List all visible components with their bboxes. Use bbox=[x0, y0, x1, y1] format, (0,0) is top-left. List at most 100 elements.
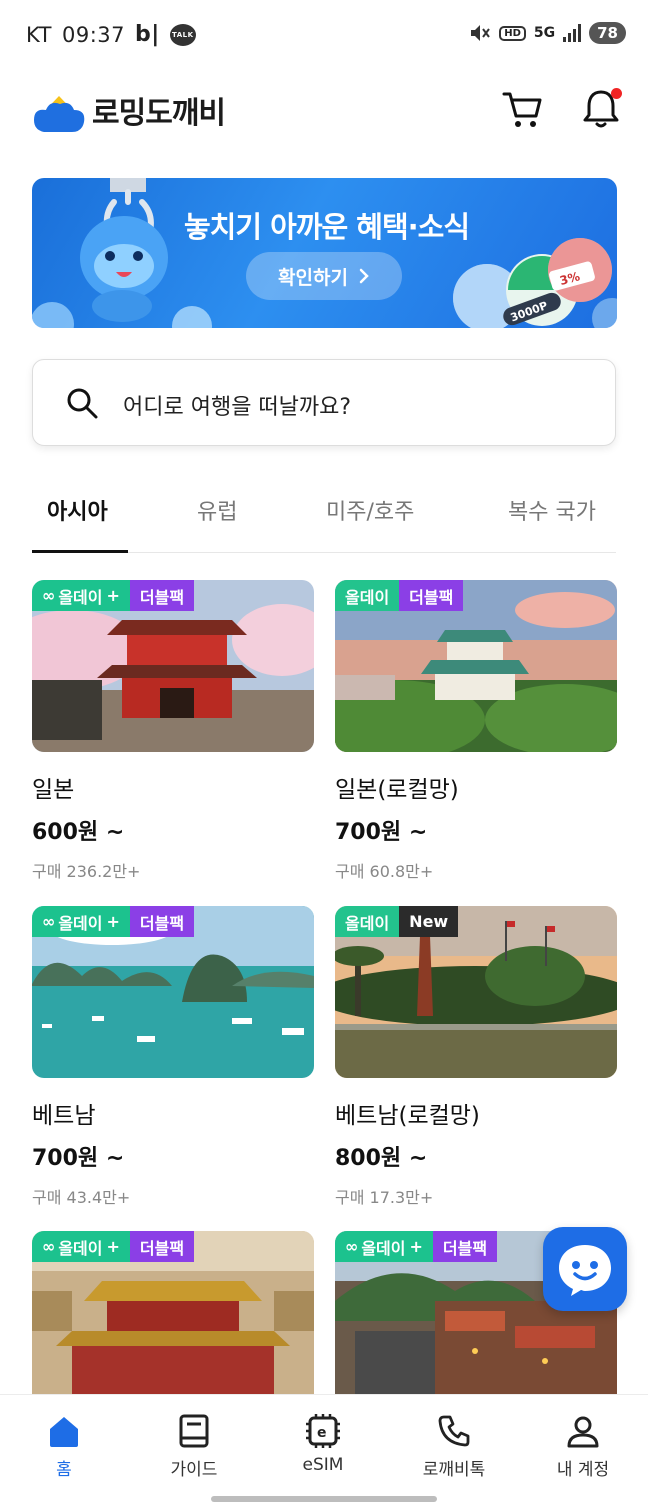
phone-icon bbox=[438, 1415, 470, 1447]
logo[interactable]: 로밍도깨비 bbox=[32, 88, 226, 132]
esim-chip-icon: e bbox=[306, 1414, 340, 1448]
tab-europe[interactable]: 유럽 bbox=[197, 494, 237, 526]
product-card-japan-local[interactable]: 올데이 더블팩 일본(로컬망) 700원 ~ 구매 60.8만+ bbox=[335, 580, 617, 882]
nav-guide[interactable]: 가이드 bbox=[144, 1413, 244, 1480]
new-badge: New bbox=[399, 906, 459, 937]
card-image-china: ∞ 올데이 + 더블팩 bbox=[32, 1231, 314, 1394]
destination-search[interactable]: 어디로 여행을 떠날까요? bbox=[32, 359, 616, 446]
card-image-vietnam-local: 올데이 New bbox=[335, 906, 617, 1078]
cart-icon bbox=[502, 92, 542, 127]
tab-asia[interactable]: 아시아 bbox=[47, 494, 108, 526]
allday-badge-label: 올데이 bbox=[58, 1238, 103, 1258]
card-badges: ∞ 올데이 + 더블팩 bbox=[32, 580, 195, 611]
status-left: KT 09:37 b| TALK bbox=[26, 22, 196, 47]
allday-badge: 올데이 bbox=[335, 580, 400, 611]
chatbot-button[interactable] bbox=[543, 1227, 627, 1311]
allday-plus-badge: ∞ 올데이 + bbox=[32, 1231, 130, 1262]
notification-button[interactable] bbox=[578, 86, 624, 132]
region-tabs: 아시아 유럽 미주/호주 복수 국가 bbox=[0, 480, 648, 556]
banner-confirm-label: 확인하기 bbox=[278, 266, 348, 289]
infinity-icon: ∞ bbox=[42, 912, 56, 931]
kakaotalk-icon-label: TALK bbox=[172, 30, 194, 39]
product-card-japan[interactable]: ∞ 올데이 + 더블팩 일본 600원 ~ 구매 236.2만+ bbox=[32, 580, 314, 882]
card-country-name: 베트남 bbox=[32, 1103, 96, 1129]
home-indicator[interactable] bbox=[211, 1496, 437, 1502]
allday-plus-badge: ∞ 올데이 + bbox=[32, 906, 130, 937]
card-image-japan-local: 올데이 더블팩 bbox=[335, 580, 617, 752]
card-image-japan: ∞ 올데이 + 더블팩 bbox=[32, 580, 314, 752]
signal-icon bbox=[563, 24, 582, 42]
nav-account-label: 내 계정 bbox=[556, 1460, 610, 1480]
infinity-icon: ∞ bbox=[345, 1237, 359, 1256]
plus-icon: + bbox=[106, 1237, 120, 1256]
card-sales-count: 구매 43.4만+ bbox=[32, 1188, 131, 1207]
hd-icon: HD bbox=[499, 25, 526, 41]
card-badges: ∞ 올데이 + 더블팩 bbox=[335, 1231, 498, 1262]
home-icon bbox=[50, 1417, 78, 1447]
allday-plus-badge: ∞ 올데이 + bbox=[32, 580, 130, 611]
infinity-icon: ∞ bbox=[42, 586, 56, 605]
status-right: HD 5G 78 bbox=[469, 22, 626, 44]
nav-chat[interactable]: 로깨비톡 bbox=[404, 1413, 504, 1480]
bottom-navigation: 홈 가이드 e eSIM 로깨비톡 내 계정 bbox=[0, 1394, 648, 1512]
card-price: 600원 ~ bbox=[32, 820, 125, 845]
nav-esim[interactable]: e eSIM bbox=[273, 1413, 373, 1475]
card-price: 800원 ~ bbox=[335, 1146, 428, 1171]
guide-book-icon bbox=[179, 1414, 209, 1448]
plus-icon: + bbox=[106, 586, 120, 605]
card-badges: 올데이 New bbox=[335, 906, 459, 937]
status-bar: KT 09:37 b| TALK HD 5G 78 bbox=[0, 0, 648, 72]
allday-plus-badge: ∞ 올데이 + bbox=[335, 1231, 433, 1262]
card-sales-count: 구매 17.3만+ bbox=[335, 1188, 434, 1207]
search-placeholder: 어디로 여행을 떠날까요? bbox=[123, 395, 352, 420]
banner-title: 놓치기 아까운 혜택·소식 bbox=[184, 210, 470, 244]
battery-icon: 78 bbox=[589, 22, 626, 44]
card-image-vietnam: ∞ 올데이 + 더블팩 bbox=[32, 906, 314, 1078]
product-card-china[interactable]: ∞ 올데이 + 더블팩 bbox=[32, 1231, 314, 1394]
card-badges: ∞ 올데이 + 더블팩 bbox=[32, 906, 195, 937]
plus-icon: + bbox=[409, 1237, 423, 1256]
svg-text:e: e bbox=[317, 1425, 327, 1441]
allday-badge-label: 올데이 bbox=[58, 913, 103, 933]
nav-account[interactable]: 내 계정 bbox=[533, 1413, 633, 1480]
logo-text: 로밍도깨비 bbox=[92, 96, 226, 131]
product-card-vietnam[interactable]: ∞ 올데이 + 더블팩 베트남 700원 ~ 구매 43.4만+ bbox=[32, 906, 314, 1208]
app-header: 로밍도깨비 bbox=[0, 72, 648, 156]
card-sales-count: 구매 236.2만+ bbox=[32, 862, 141, 881]
nav-home-label: 홈 bbox=[56, 1460, 72, 1480]
card-price: 700원 ~ bbox=[335, 820, 428, 845]
nav-guide-label: 가이드 bbox=[170, 1460, 218, 1480]
infinity-icon: ∞ bbox=[42, 1237, 56, 1256]
cart-button[interactable] bbox=[500, 88, 544, 132]
tab-multi-country[interactable]: 복수 국가 bbox=[508, 494, 596, 526]
plus-icon: + bbox=[106, 912, 120, 931]
card-price: 700원 ~ bbox=[32, 1146, 125, 1171]
user-icon bbox=[567, 1416, 599, 1448]
promo-banner[interactable]: 3% 3000P 놓치기 아까운 혜택·소식 확인하기 bbox=[32, 178, 617, 328]
nav-chat-label: 로깨비톡 bbox=[422, 1460, 486, 1480]
active-tab-indicator bbox=[32, 550, 128, 553]
carrier-label: KT bbox=[26, 22, 52, 47]
mute-icon bbox=[471, 25, 491, 41]
doublepack-badge: 더블팩 bbox=[129, 580, 195, 611]
card-country-name: 일본 bbox=[32, 777, 75, 803]
banner-confirm-button[interactable]: 확인하기 bbox=[246, 252, 402, 300]
product-card-vietnam-local[interactable]: 올데이 New 베트남(로컬망) 800원 ~ 구매 17.3만+ bbox=[335, 906, 617, 1208]
allday-badge-label: 올데이 bbox=[361, 1238, 406, 1258]
allday-badge: 올데이 bbox=[335, 906, 400, 937]
clock: 09:37 bbox=[61, 22, 125, 47]
doublepack-badge: 더블팩 bbox=[399, 580, 464, 611]
notification-dot bbox=[611, 88, 622, 99]
chevron-right-icon bbox=[359, 268, 369, 284]
nav-home[interactable]: 홈 bbox=[14, 1413, 114, 1480]
nav-esim-label: eSIM bbox=[302, 1455, 344, 1475]
network-5g-icon: 5G bbox=[533, 25, 556, 41]
doublepack-badge: 더블팩 bbox=[129, 1231, 195, 1262]
card-country-name: 베트남(로컬망) bbox=[335, 1103, 480, 1129]
doublepack-badge: 더블팩 bbox=[432, 1231, 498, 1262]
allday-badge-label: 올데이 bbox=[58, 587, 103, 607]
search-icon bbox=[67, 388, 98, 419]
chat-bubble-icon bbox=[559, 1245, 611, 1296]
kakaotalk-icon: TALK bbox=[169, 23, 196, 46]
tab-americas-oceania[interactable]: 미주/호주 bbox=[326, 494, 414, 526]
